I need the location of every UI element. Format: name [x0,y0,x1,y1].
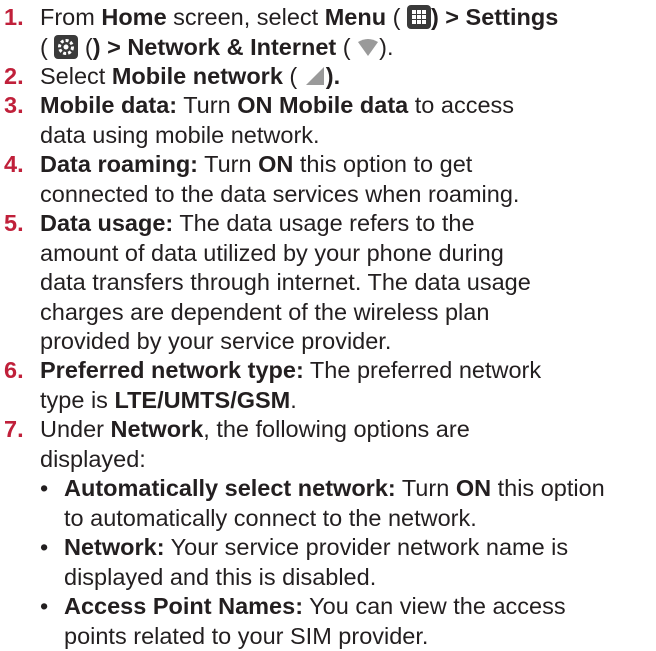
step-text: data using mobile network. [40,121,320,148]
step-number: 1. [4,4,24,30]
bullet-text: this option [491,475,605,501]
bullet-bold: Access Point Names: [64,593,304,619]
bullet-item: • Automatically select network: Turn ON … [40,474,650,533]
step-text: charges are dependent of the wireless pl… [40,298,490,325]
bullet-bold: Network: [64,534,165,560]
bullet-dot: • [40,593,49,619]
step-bold: Data roaming: [40,151,198,177]
step-text: displayed: [40,445,146,472]
step-bold: LTE/UMTS/GSM [114,386,291,413]
bullet-text: displayed and this is disabled. [64,563,377,590]
step-text: provided by your service provider. [40,328,392,354]
step-text: Select [40,63,112,89]
step-text: , the following options are [203,416,470,442]
step-bold: Home [101,4,167,30]
step-bold: Preferred network type: [40,357,304,383]
step-text: The preferred network [303,357,542,383]
step-text: Turn [198,151,259,177]
step-text: this option to get [293,151,473,177]
step-3: 3. Mobile data: Turn ON Mobile data to a… [4,91,644,150]
step-text: . [290,386,297,413]
step-text: amount of data utilized by your phone du… [40,239,504,266]
step-text: ( [282,63,298,89]
step-bold: Menu [324,4,387,30]
step-2: 2. Select Mobile network ( ). [4,62,644,92]
bullet-bold: ON [455,475,492,501]
bullet-dot: • [40,534,49,560]
step-text: type is [40,386,115,413]
bullet-item: • Network: Your service provider network… [40,533,650,592]
step-bold: ON [258,151,294,177]
step-bold: Network [110,416,204,442]
step-number: 6. [4,357,24,383]
signal-icon [305,67,324,85]
step-text: to access [408,92,515,118]
step-text: data transfers through internet. The dat… [40,269,531,295]
step-text: ( [336,33,351,60]
bullet-text: points related to your SIM provider. [64,622,429,649]
step-text: connected to the data services when roam… [40,180,520,207]
step-7: 7. Under Network, the following options … [4,415,644,474]
step-1: 1. From Home screen, select Menu ( ) > S… [4,3,644,62]
step-text: Under [40,416,111,442]
gear-icon [54,34,79,59]
bullet-bold: Automatically select network: [64,475,396,501]
step-text: From [40,4,102,30]
wifi-icon [358,38,379,56]
step-6: 6. Preferred network type: The preferred… [4,356,644,415]
step-number: 5. [4,210,24,236]
step-bold: ON Mobile data [237,92,409,118]
step-number: 4. [4,151,24,177]
step-text: ). [379,33,394,60]
step-bold: ). [325,63,341,89]
step-text: Turn [177,92,238,118]
step-text: The data usage refers to the [173,210,475,236]
step-number: 2. [4,63,24,89]
step-text: ( [40,33,48,60]
step-text: ( [386,4,401,30]
bullet-text: You can view the access [303,593,566,619]
bullet-item: • Access Point Names: You can view the a… [40,592,650,651]
step-bold: ) > Network & Internet [92,33,337,60]
bullet-text: Turn [395,475,456,501]
step-text: ( [78,33,93,60]
step-4: 4. Data roaming: Turn ON this option to … [4,150,644,209]
step-bold: ) > Settings [430,4,559,30]
step-bold: Mobile data: [40,92,178,118]
bullet-text: to automatically connect to the network. [64,504,477,531]
step-bold: Data usage: [40,210,174,236]
step-bold: Mobile network [111,63,283,89]
step-number: 7. [4,416,24,442]
apps-grid-icon [406,5,431,29]
step-5: 5. Data usage: The data usage refers to … [4,209,644,357]
bullet-dot: • [40,475,49,501]
step-text: screen, select [166,4,325,30]
bullet-text: Your service provider network name is [164,534,569,560]
step-number: 3. [4,92,24,118]
